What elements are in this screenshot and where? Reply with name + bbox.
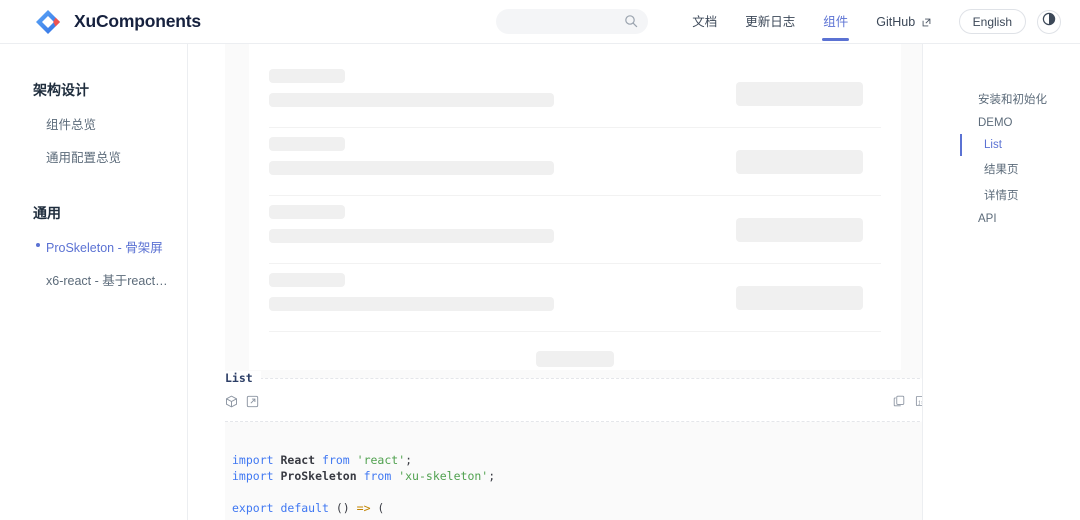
sidebar-item-x6-react[interactable]: x6-react - 基于react的... <box>0 263 187 296</box>
code-token: ; <box>405 453 413 467</box>
toc-item-install[interactable]: 安装和初始化 <box>960 86 1080 112</box>
skeleton-right-block <box>736 82 863 106</box>
brand[interactable]: XuComponents <box>33 7 201 37</box>
toc-item-label: 安装和初始化 <box>978 94 1047 106</box>
skeleton-demo <box>249 44 901 370</box>
code-token: import <box>232 469 281 483</box>
code-token: from <box>322 453 357 467</box>
toc-item-label: DEMO <box>978 117 1013 129</box>
nav-item-github[interactable]: GitHub <box>862 0 944 44</box>
contrast-theme-icon <box>1042 12 1056 31</box>
nav-item-changelog[interactable]: 更新日志 <box>731 0 809 44</box>
toc-item-label: 结果页 <box>984 164 1019 176</box>
skeleton-row <box>269 128 881 195</box>
code-token: => <box>356 501 378 515</box>
toc-item-demo[interactable]: DEMO <box>960 112 1080 134</box>
code-block[interactable]: import React from 'react'; import ProSke… <box>225 422 922 520</box>
language-button-label: English <box>972 14 1012 29</box>
sidebar-item-label: ProSkeleton - 骨架屏 <box>46 241 163 255</box>
theme-toggle-button[interactable] <box>1037 9 1061 34</box>
code-token: export <box>232 501 281 515</box>
skeleton-line-block <box>269 93 554 107</box>
diamond-logo-icon <box>33 7 63 37</box>
sidebar-group-title-common: 通用 <box>33 205 61 221</box>
code-line: import ProSkeleton from 'xu-skeleton'; <box>232 469 495 483</box>
skeleton-row <box>269 60 881 127</box>
skeleton-title-block <box>269 205 345 219</box>
search-input[interactable] <box>496 9 649 34</box>
code-token: React <box>280 453 316 467</box>
nav-item-label: 组件 <box>823 14 849 29</box>
code-tools-left <box>225 395 259 408</box>
svg-text:js: js <box>918 400 923 406</box>
copy-icon[interactable] <box>893 395 905 407</box>
code-line: import React from 'react'; <box>232 453 412 467</box>
js-file-icon[interactable]: js <box>915 395 923 407</box>
skeleton-row <box>269 196 881 263</box>
search-icon <box>624 14 638 33</box>
app-header: XuComponents 文档 更新日志 组件 GitHub English <box>0 0 1080 44</box>
code-token: ProSkeleton <box>280 469 357 483</box>
sidebar-item-proskeleton[interactable]: ProSkeleton - 骨架屏 <box>0 230 187 263</box>
code-token: 'xu-skeleton' <box>398 469 489 483</box>
skeleton-title-block <box>269 69 345 83</box>
nav-item-docs[interactable]: 文档 <box>678 0 731 44</box>
skeleton-title-block <box>269 273 345 287</box>
sidebar-group-title-architecture: 架构设计 <box>33 82 89 98</box>
sidebar-item-common-config-overview[interactable]: 通用配置总览 <box>0 140 187 173</box>
code-token: () <box>335 501 357 515</box>
skeleton-right-block <box>736 150 863 174</box>
skeleton-pager-block <box>536 351 614 367</box>
code-tools-right: js <box>893 395 923 407</box>
table-of-contents: 安装和初始化 DEMO List 结果页 详情页 API <box>924 44 1080 520</box>
nav-item-label: GitHub <box>876 14 916 29</box>
skeleton-line-block <box>269 297 554 311</box>
codesandbox-icon[interactable] <box>225 395 238 408</box>
nav-item-label: 更新日志 <box>745 14 796 29</box>
code-toolbar: List j <box>225 371 923 422</box>
code-token: ; <box>488 469 496 483</box>
code-line: export default () => ( <box>232 501 384 515</box>
open-external-icon[interactable] <box>246 395 259 408</box>
sidebar-item-label: 组件总览 <box>46 118 97 132</box>
skeleton-divider <box>269 331 881 332</box>
code-example-title: List <box>225 371 261 385</box>
nav-item-label: 文档 <box>692 14 718 29</box>
header-right-group: 文档 更新日志 组件 GitHub English <box>496 0 1061 44</box>
code-token: from <box>363 469 399 483</box>
left-sidebar: 架构设计 组件总览 通用配置总览 通用 ProSkeleton - 骨架屏 x6… <box>0 44 188 520</box>
skeleton-right-block <box>736 286 863 310</box>
toc-item-detail-page[interactable]: 详情页 <box>960 182 1080 208</box>
code-example-card: List j import React from 'react'; import… <box>225 371 923 520</box>
skeleton-row <box>269 264 881 331</box>
demo-preview-card <box>225 44 922 378</box>
toc-item-api[interactable]: API <box>960 208 1080 230</box>
toc-item-label: List <box>984 139 1002 151</box>
code-token: default <box>280 501 336 515</box>
skeleton-right-block <box>736 218 863 242</box>
main-content: List j import React from 'react'; import… <box>188 44 923 520</box>
toc-item-label: 详情页 <box>984 190 1019 202</box>
external-link-icon <box>922 1 931 45</box>
language-button[interactable]: English <box>958 9 1026 34</box>
code-token: import <box>232 453 281 467</box>
skeleton-line-block <box>269 229 554 243</box>
code-token: ( <box>377 501 385 515</box>
sidebar-item-label: 通用配置总览 <box>46 151 122 165</box>
toc-item-result-page[interactable]: 结果页 <box>960 156 1080 182</box>
brand-title: XuComponents <box>74 11 201 31</box>
code-token: 'react' <box>356 453 406 467</box>
nav-item-components[interactable]: 组件 <box>809 0 862 44</box>
toc-item-label: API <box>978 213 997 225</box>
toc-item-list[interactable]: List <box>960 134 1080 156</box>
skeleton-line-block <box>269 161 554 175</box>
skeleton-title-block <box>269 137 345 151</box>
sidebar-item-component-overview[interactable]: 组件总览 <box>0 107 187 140</box>
sidebar-item-label: x6-react - 基于react的... <box>46 274 178 288</box>
